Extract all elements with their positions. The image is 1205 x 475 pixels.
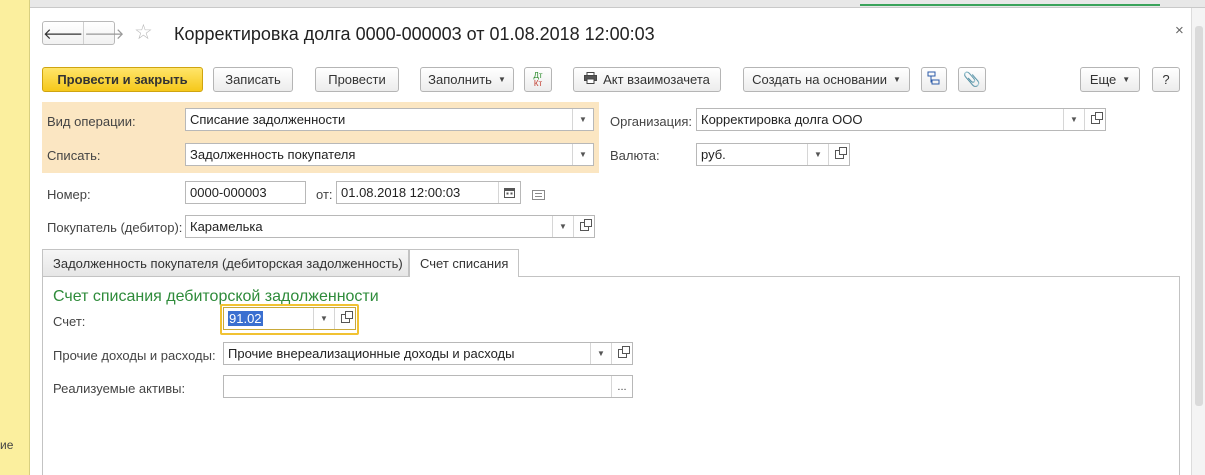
open-window-icon: [1090, 112, 1103, 124]
post-and-close-button[interactable]: Провести и закрыть: [42, 67, 203, 92]
save-button[interactable]: Записать: [213, 67, 293, 92]
number-label: Номер:: [47, 187, 91, 202]
back-button[interactable]: 🡐: [43, 22, 83, 44]
income-expense-select[interactable]: Прочие внереализационные доходы и расход…: [223, 342, 633, 365]
fill-button-label: Заполнить: [428, 72, 492, 87]
fill-dropdown-button[interactable]: Заполнить ▼: [420, 67, 514, 92]
chevron-down-icon: ▼: [1122, 75, 1131, 84]
organization-label: Организация:: [610, 114, 693, 129]
account-label: Счет:: [53, 314, 86, 329]
create-based-on-label: Создать на основании: [752, 72, 887, 87]
chevron-down-icon[interactable]: ▼: [807, 144, 828, 165]
chevron-down-icon[interactable]: ▼: [572, 144, 593, 165]
forward-button[interactable]: 🡒: [83, 22, 124, 44]
date-input[interactable]: 01.08.2018 12:00:03: [336, 181, 521, 204]
number-value: 0000-000003: [190, 185, 267, 200]
open-buyer-button[interactable]: [573, 216, 594, 237]
print-act-label: Акт взаимозачета: [603, 72, 710, 87]
active-tab-indicator: [860, 4, 1160, 6]
comment-icon[interactable]: [532, 188, 545, 203]
help-button[interactable]: ?: [1152, 67, 1180, 92]
printer-icon: [584, 72, 598, 87]
income-expense-value: Прочие внереализационные доходы и расход…: [228, 346, 515, 361]
income-expense-label: Прочие доходы и расходы:: [53, 348, 216, 363]
chevron-down-icon[interactable]: ▼: [313, 308, 334, 329]
open-income-expense-button[interactable]: [611, 343, 632, 364]
chevron-down-icon: ▼: [497, 75, 506, 84]
post-button[interactable]: Провести: [315, 67, 399, 92]
write-off-select[interactable]: Задолженность покупателя ▼: [185, 143, 594, 166]
write-off-value: Задолженность покупателя: [190, 147, 356, 162]
structure-button[interactable]: [921, 67, 947, 92]
scrollbar-thumb[interactable]: [1195, 26, 1203, 406]
dt-kt-button[interactable]: Дт Кт: [524, 67, 552, 92]
buyer-label: Покупатель (дебитор):: [47, 220, 183, 235]
currency-select[interactable]: руб. ▼: [696, 143, 850, 166]
vertical-scrollbar[interactable]: [1191, 8, 1205, 475]
kt-label: Кт: [533, 78, 543, 88]
open-account-button[interactable]: [334, 308, 355, 329]
operation-type-value: Списание задолженности: [190, 112, 346, 127]
buyer-select[interactable]: Карамелька ▼: [185, 215, 595, 238]
top-tab-bar: [30, 0, 1205, 8]
account-selected-text: 91.02: [228, 311, 263, 326]
assets-label: Реализуемые активы:: [53, 381, 186, 396]
organization-value: Корректировка долга ООО: [701, 112, 863, 127]
open-window-icon: [834, 147, 847, 159]
currency-label: Валюта:: [610, 148, 660, 163]
more-label: Еще: [1089, 72, 1117, 87]
select-assets-button[interactable]: ...: [611, 376, 632, 397]
left-panel-text-fragment: ие: [0, 438, 14, 452]
chevron-down-icon[interactable]: ▼: [590, 343, 611, 364]
operation-type-label: Вид операции:: [47, 114, 136, 129]
chevron-down-icon[interactable]: ▼: [572, 109, 593, 130]
open-window-icon: [579, 219, 592, 231]
write-off-label: Списать:: [47, 148, 101, 163]
close-button[interactable]: ×: [1175, 22, 1184, 39]
chevron-down-icon[interactable]: ▼: [552, 216, 573, 237]
buyer-value: Карамелька: [190, 219, 263, 234]
paperclip-icon: 📎: [963, 71, 981, 87]
hierarchy-icon: [927, 71, 941, 88]
attachments-button[interactable]: 📎: [958, 67, 986, 92]
print-act-button[interactable]: Акт взаимозачета: [573, 67, 721, 92]
account-select[interactable]: 91.02 ▼: [223, 307, 356, 330]
create-based-on-button[interactable]: Создать на основании ▼: [743, 67, 910, 92]
open-window-icon: [340, 311, 353, 323]
organization-select[interactable]: Корректировка долга ООО ▼: [696, 108, 1106, 131]
favorite-star-icon[interactable]: ☆: [134, 22, 153, 44]
page-title: Корректировка долга 0000-000003 от 01.08…: [174, 24, 655, 44]
tab-write-off-account[interactable]: Счет списания: [409, 249, 519, 277]
date-value: 01.08.2018 12:00:03: [341, 185, 461, 200]
calendar-icon[interactable]: [498, 182, 520, 203]
tab-buyer-debt[interactable]: Задолженность покупателя (дебиторская за…: [42, 249, 409, 276]
document-window: 🡐 🡒 ☆ Корректировка долга 0000-000003 от…: [30, 8, 1190, 475]
operation-type-select[interactable]: Списание задолженности ▼: [185, 108, 594, 131]
account-value: 91.02: [224, 311, 313, 326]
left-panel-strip: ие: [0, 0, 30, 475]
assets-input[interactable]: ...: [223, 375, 633, 398]
more-button[interactable]: Еще ▼: [1080, 67, 1140, 92]
dt-kt-icon: Дт Кт: [533, 71, 543, 88]
chevron-down-icon[interactable]: ▼: [1063, 109, 1084, 130]
chevron-down-icon: ▼: [892, 75, 901, 84]
number-input[interactable]: 0000-000003: [185, 181, 306, 204]
currency-value: руб.: [701, 147, 726, 162]
date-label: от:: [316, 187, 333, 202]
open-organization-button[interactable]: [1084, 109, 1105, 130]
open-currency-button[interactable]: [828, 144, 849, 165]
open-window-icon: [617, 346, 630, 358]
navigation-buttons: 🡐 🡒: [42, 21, 124, 45]
